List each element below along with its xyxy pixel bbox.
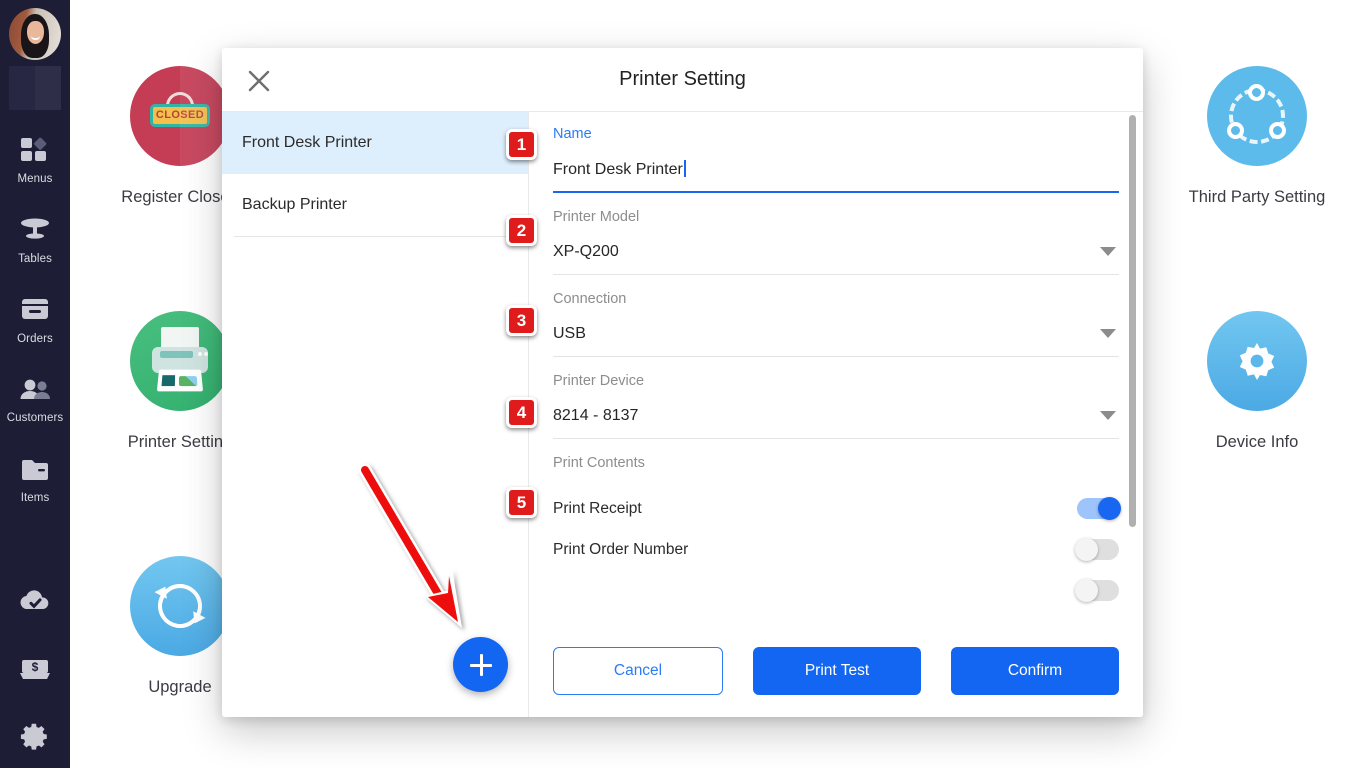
text-caret (683, 160, 686, 177)
close-button[interactable] (242, 66, 276, 100)
printer-setting-dialog: Printer Setting Front Desk Printer Backu… (222, 48, 1143, 717)
toggle-label: Print Order Number (553, 540, 689, 558)
printer-model-select[interactable]: XP-Q200 (553, 225, 1119, 275)
field-printer-device: Printer Device 8214 - 8137 (553, 357, 1119, 439)
close-icon (247, 69, 271, 98)
connection-select[interactable]: USB (553, 307, 1119, 357)
field-label: Name (553, 126, 592, 142)
cancel-button[interactable]: Cancel (553, 647, 723, 695)
annotation-badge-3: 3 (506, 305, 537, 336)
cancel-button-label: Cancel (613, 662, 663, 679)
printer-model-value: XP-Q200 (553, 243, 619, 260)
toggle-row[interactable]: Print Order Number (553, 529, 1119, 570)
dialog-header: Printer Setting (222, 48, 1143, 112)
printer-device-select[interactable]: 8214 - 8137 (553, 389, 1119, 439)
toggle-row[interactable]: Print Receipt (553, 488, 1121, 529)
toggle-label: Print Receipt (553, 499, 642, 517)
printer-device-value: 8214 - 8137 (553, 407, 639, 424)
print-order-number-toggle[interactable] (1075, 538, 1119, 561)
list-item[interactable]: Front Desk Printer (222, 112, 528, 174)
dialog-footer: Cancel Print Test Confirm (529, 625, 1143, 717)
field-print-contents: Print Contents (553, 439, 1119, 471)
connection-value: USB (553, 325, 586, 342)
printer-list-pane: Front Desk Printer Backup Printer (222, 112, 529, 717)
annotation-badge-2: 2 (506, 215, 537, 246)
chevron-down-icon[interactable] (1100, 246, 1116, 256)
field-label: Print Contents (553, 455, 645, 471)
field-label: Printer Model (553, 209, 640, 225)
plus-icon (469, 653, 493, 677)
chevron-down-icon[interactable] (1100, 328, 1116, 338)
annotation-badge-4: 4 (506, 397, 537, 428)
list-item[interactable]: Backup Printer (222, 174, 528, 236)
dialog-body: Front Desk Printer Backup Printer Name F… (222, 112, 1143, 717)
field-printer-model: Printer Model XP-Q200 (553, 193, 1119, 275)
confirm-button[interactable]: Confirm (951, 647, 1119, 695)
dialog-title: Printer Setting (619, 68, 746, 90)
modal-overlay: Printer Setting Front Desk Printer Backu… (0, 0, 1366, 768)
app-root: Menus Tables Orders Customers Items $ CL… (0, 0, 1366, 768)
field-name: Name Front Desk Printer (553, 112, 1119, 193)
confirm-button-label: Confirm (1007, 662, 1063, 679)
toggle-row-partial[interactable] (553, 570, 1119, 611)
list-divider (234, 236, 516, 237)
form-scroll-area[interactable]: Name Front Desk Printer Printer Model XP… (529, 112, 1143, 625)
name-input[interactable]: Front Desk Printer (553, 142, 1119, 193)
field-label: Printer Device (553, 373, 645, 389)
name-input-value: Front Desk Printer (553, 161, 683, 178)
printer-name: Backup Printer (242, 196, 347, 213)
field-label: Connection (553, 291, 627, 307)
partial-toggle[interactable] (1075, 579, 1119, 602)
chevron-down-icon[interactable] (1100, 410, 1116, 420)
scrollbar-thumb[interactable] (1129, 115, 1136, 527)
annotation-badge-1: 1 (506, 129, 537, 160)
printer-form-pane: Name Front Desk Printer Printer Model XP… (529, 112, 1143, 717)
print-test-button-label: Print Test (804, 662, 870, 679)
print-test-button[interactable]: Print Test (753, 647, 921, 695)
add-printer-button[interactable] (453, 637, 508, 692)
print-receipt-toggle[interactable] (1077, 497, 1121, 520)
annotation-badge-5: 5 (506, 487, 537, 518)
printer-name: Front Desk Printer (242, 134, 372, 151)
field-connection: Connection USB (553, 275, 1119, 357)
